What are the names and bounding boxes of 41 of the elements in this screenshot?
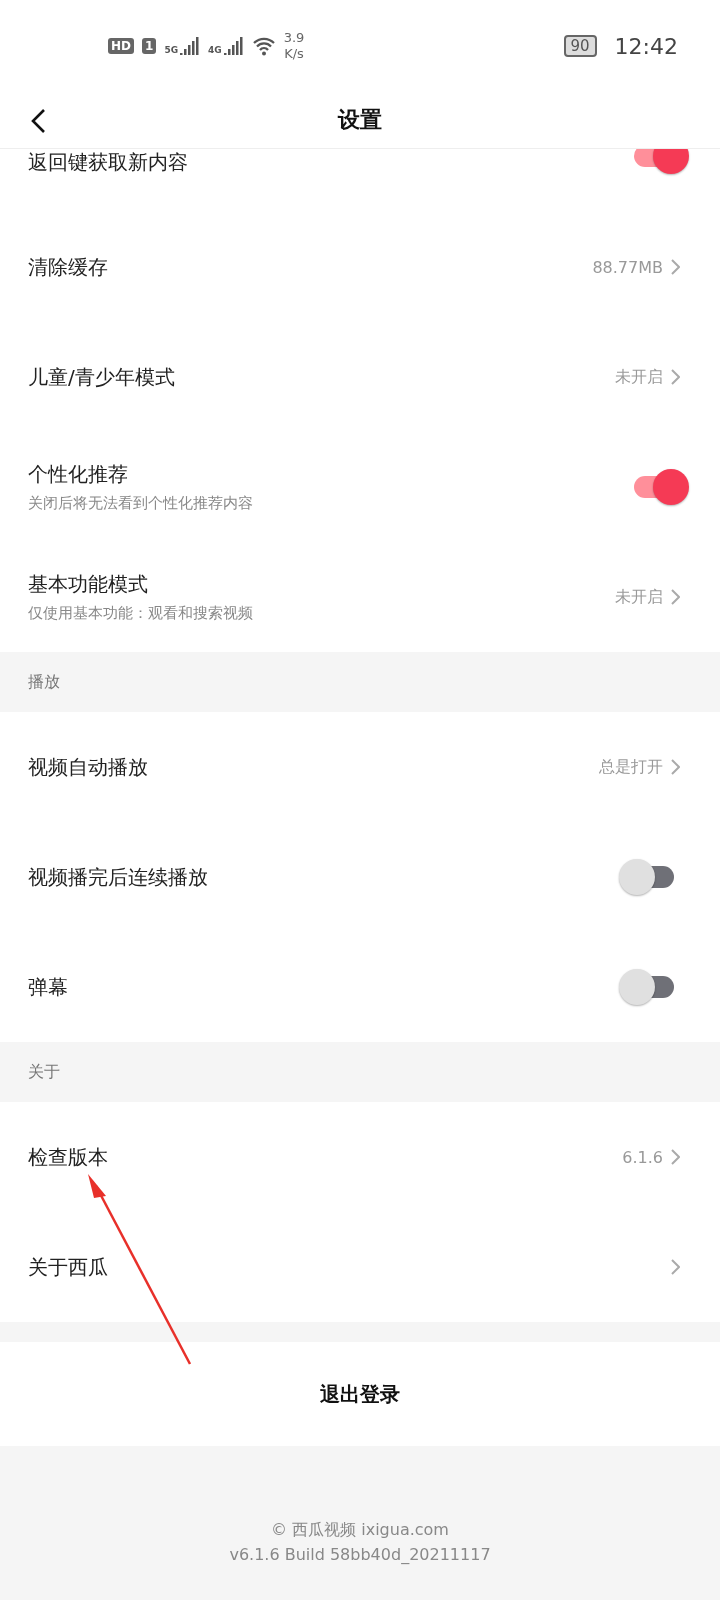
setting-label[interactable]: 返回键获取新内容: [28, 149, 188, 176]
chevron-icon: [671, 1149, 680, 1165]
wifi-icon: [251, 36, 276, 56]
battery-level: 90: [563, 35, 597, 57]
setting-label[interactable]: 儿童/青少年模式: [28, 363, 175, 391]
signal-icon: [223, 37, 244, 55]
setting-label[interactable]: 视频播完后连续播放: [28, 863, 208, 891]
footer-text: © 西瓜视频 ixigua.com: [271, 1520, 449, 1541]
setting-value: 6.1.6: [622, 1147, 663, 1167]
section-title: 播放: [27, 670, 61, 693]
setting-label[interactable]: 关于西瓜: [28, 1253, 108, 1281]
setting-label[interactable]: 视频自动播放: [28, 753, 148, 781]
page-title: 设置: [338, 106, 382, 134]
setting-label[interactable]: 检查版本: [28, 1143, 108, 1171]
chevron-icon: [671, 589, 680, 605]
sim-badge: 1: [142, 38, 157, 54]
chevron-icon: [671, 759, 680, 775]
setting-label[interactable]: 基本功能模式: [28, 571, 148, 598]
clock: 12:42: [614, 33, 678, 59]
setting-value: 88.77MB: [592, 257, 663, 277]
setting-label[interactable]: 弹幕: [28, 973, 68, 1001]
setting-description: 关闭后将无法看到个性化推荐内容: [28, 494, 253, 513]
signal-icon: [180, 37, 201, 55]
setting-description: 仅使用基本功能：观看和搜索视频: [28, 604, 253, 623]
setting-value: 未开启: [615, 366, 663, 388]
chevron-icon: [671, 1259, 680, 1275]
hd-badge: HD: [108, 38, 134, 54]
back-icon[interactable]: [30, 108, 46, 134]
footer-text: v6.1.6 Build 58bb40d_20211117: [229, 1545, 491, 1564]
section-title: 关于: [27, 1060, 61, 1083]
network-speed: K/s: [284, 46, 304, 62]
setting-label[interactable]: 清除缓存: [28, 253, 108, 281]
network-type: 4G: [208, 45, 222, 55]
setting-value: 未开启: [615, 586, 663, 608]
setting-value: 总是打开: [599, 756, 663, 778]
network-type: 5G: [164, 45, 179, 55]
chevron-icon: [671, 259, 680, 275]
network-speed: 3.9: [283, 30, 305, 46]
setting-label[interactable]: 个性化推荐: [28, 461, 128, 488]
chevron-icon: [671, 369, 680, 385]
logout-button[interactable]: 退出登录: [0, 1342, 720, 1446]
